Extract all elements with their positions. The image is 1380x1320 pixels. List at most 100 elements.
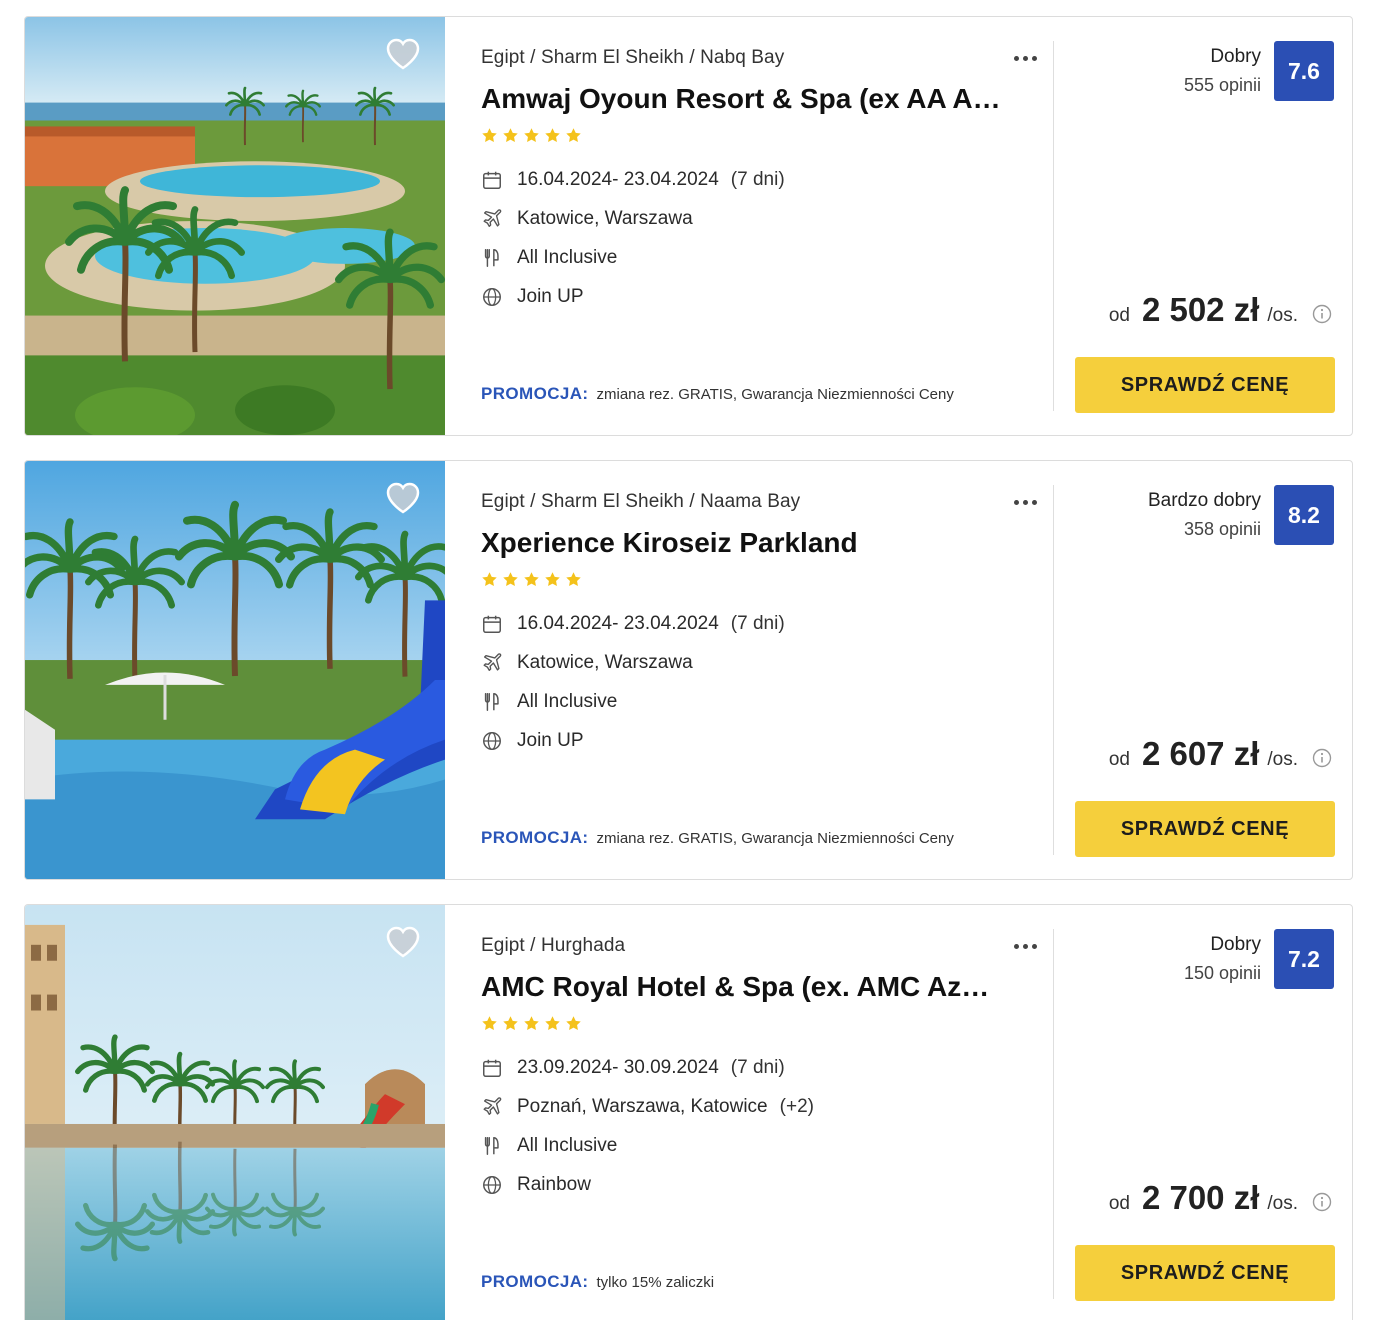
offer-operator: Join UP bbox=[481, 286, 584, 308]
offer-card[interactable]: Egipt / Hurghada AMC Royal Hotel & Spa (… bbox=[24, 904, 1353, 1320]
dates-value: 16.04.2024- 23.04.2024 bbox=[517, 169, 719, 190]
hotel-photo[interactable] bbox=[25, 461, 445, 879]
price-value: 2 502 zł bbox=[1141, 291, 1260, 328]
hotel-name[interactable]: AMC Royal Hotel & Spa (ex. AMC Azu… bbox=[481, 971, 1001, 1003]
rating-label: Dobry bbox=[1210, 46, 1261, 67]
more-options-icon[interactable] bbox=[1009, 935, 1041, 957]
duration-value: (7 dni) bbox=[730, 613, 785, 634]
rating-block[interactable]: Dobry 150 opinii 7.2 bbox=[1184, 929, 1334, 989]
offer-location[interactable]: Egipt / Sharm El Sheikh / Nabq Bay bbox=[481, 47, 784, 69]
info-icon[interactable] bbox=[1312, 304, 1332, 324]
favorite-heart-icon[interactable] bbox=[385, 925, 421, 959]
price-from: od bbox=[1108, 305, 1130, 326]
rating-count: 358 opinii bbox=[1183, 519, 1261, 539]
offer-location[interactable]: Egipt / Sharm El Sheikh / Naama Bay bbox=[481, 491, 800, 513]
star-icon bbox=[565, 1015, 582, 1032]
price-unit: /os. bbox=[1267, 1193, 1298, 1214]
star-icon bbox=[523, 571, 540, 588]
calendar-icon bbox=[481, 169, 503, 191]
hotel-stars bbox=[481, 127, 582, 144]
price-row: od 2 700 zł /os. bbox=[1109, 1179, 1332, 1217]
offer-info: Egipt / Sharm El Sheikh / Nabq Bay Amwaj… bbox=[481, 17, 1041, 435]
star-icon bbox=[565, 127, 582, 144]
divider bbox=[1053, 485, 1054, 855]
star-icon bbox=[565, 571, 582, 588]
water-slides-image bbox=[25, 461, 445, 879]
operator-value: Rainbow bbox=[517, 1174, 591, 1195]
offer-board: All Inclusive bbox=[481, 1135, 617, 1157]
dates-value: 23.09.2024- 30.09.2024 bbox=[517, 1057, 719, 1078]
hotel-name[interactable]: Amwaj Oyoun Resort & Spa (ex AA A… bbox=[481, 83, 1001, 115]
promo-label: PROMOCJA: bbox=[481, 828, 589, 847]
rating-block[interactable]: Dobry 555 opinii 7.6 bbox=[1184, 41, 1334, 101]
fork-knife-icon bbox=[481, 691, 503, 713]
hotel-photo[interactable] bbox=[25, 17, 445, 435]
board-value: All Inclusive bbox=[517, 247, 618, 268]
offer-info: Egipt / Sharm El Sheikh / Naama Bay Xper… bbox=[481, 461, 1041, 879]
favorite-heart-icon[interactable] bbox=[385, 37, 421, 71]
price-row: od 2 607 zł /os. bbox=[1109, 735, 1332, 773]
operator-value: Join UP bbox=[517, 730, 584, 751]
rating-count: 150 opinii bbox=[1183, 963, 1261, 983]
check-price-button[interactable]: SPRAWDŹ CENĘ bbox=[1075, 801, 1335, 857]
rating-label: Bardzo dobry bbox=[1147, 490, 1261, 511]
hotel-photo[interactable] bbox=[25, 905, 445, 1320]
globe-icon bbox=[481, 730, 503, 752]
offer-board: All Inclusive bbox=[481, 691, 617, 713]
plane-icon bbox=[481, 652, 503, 674]
rating-label: Dobry bbox=[1210, 934, 1261, 955]
rating-block[interactable]: Bardzo dobry 358 opinii 8.2 bbox=[1148, 485, 1334, 545]
rating-count: 555 opinii bbox=[1183, 75, 1261, 95]
offer-info: Egipt / Hurghada AMC Royal Hotel & Spa (… bbox=[481, 905, 1041, 1320]
hotel-name[interactable]: Xperience Kiroseiz Parkland bbox=[481, 527, 1001, 559]
offer-card[interactable]: Egipt / Sharm El Sheikh / Naama Bay Xper… bbox=[24, 460, 1353, 880]
offer-departure: Poznań, Warszawa, Katowice (+2) bbox=[481, 1096, 814, 1118]
check-price-button[interactable]: SPRAWDŹ CENĘ bbox=[1075, 357, 1335, 413]
promo-text: tylko 15% zaliczki bbox=[596, 1274, 715, 1291]
offer-departure: Katowice, Warszawa bbox=[481, 208, 693, 230]
price-from: od bbox=[1108, 1193, 1130, 1214]
check-price-button[interactable]: SPRAWDŹ CENĘ bbox=[1075, 1245, 1335, 1301]
promo: PROMOCJA: zmiana rez. GRATIS, Gwarancja … bbox=[481, 384, 954, 404]
star-icon bbox=[481, 1015, 498, 1032]
offer-card[interactable]: Egipt / Sharm El Sheikh / Nabq Bay Amwaj… bbox=[24, 16, 1353, 436]
favorite-heart-icon[interactable] bbox=[385, 481, 421, 515]
offer-dates: 16.04.2024- 23.04.2024 (7 dni) bbox=[481, 613, 785, 635]
promo-text: zmiana rez. GRATIS, Gwarancja Niezmienno… bbox=[596, 830, 954, 847]
price-value: 2 700 zł bbox=[1141, 1179, 1260, 1216]
star-icon bbox=[481, 127, 498, 144]
departure-value: Poznań, Warszawa, Katowice bbox=[517, 1096, 768, 1117]
more-options-icon[interactable] bbox=[1009, 491, 1041, 513]
offer-location[interactable]: Egipt / Hurghada bbox=[481, 935, 625, 957]
info-icon[interactable] bbox=[1312, 748, 1332, 768]
globe-icon bbox=[481, 286, 503, 308]
star-icon bbox=[544, 127, 561, 144]
star-icon bbox=[523, 1015, 540, 1032]
calendar-icon bbox=[481, 1057, 503, 1079]
star-icon bbox=[544, 571, 561, 588]
star-icon bbox=[502, 571, 519, 588]
rating-score-badge: 7.2 bbox=[1274, 929, 1334, 989]
operator-value: Join UP bbox=[517, 286, 584, 307]
departure-value: Katowice, Warszawa bbox=[517, 652, 693, 673]
rating-score-badge: 7.6 bbox=[1274, 41, 1334, 101]
globe-icon bbox=[481, 1174, 503, 1196]
star-icon bbox=[481, 571, 498, 588]
promo: PROMOCJA: zmiana rez. GRATIS, Gwarancja … bbox=[481, 828, 954, 848]
departure-extra[interactable]: (+2) bbox=[780, 1096, 814, 1118]
offer-operator: Join UP bbox=[481, 730, 584, 752]
price-unit: /os. bbox=[1267, 305, 1298, 326]
hotel-stars bbox=[481, 1015, 582, 1032]
fork-knife-icon bbox=[481, 247, 503, 269]
offer-departure: Katowice, Warszawa bbox=[481, 652, 693, 674]
offer-operator: Rainbow bbox=[481, 1174, 591, 1196]
info-icon[interactable] bbox=[1312, 1192, 1332, 1212]
duration-value: (7 dni) bbox=[730, 169, 785, 190]
offer-dates: 23.09.2024- 30.09.2024 (7 dni) bbox=[481, 1057, 785, 1079]
dates-value: 16.04.2024- 23.04.2024 bbox=[517, 613, 719, 634]
divider bbox=[1053, 41, 1054, 411]
star-icon bbox=[544, 1015, 561, 1032]
board-value: All Inclusive bbox=[517, 1135, 618, 1156]
more-options-icon[interactable] bbox=[1009, 47, 1041, 69]
rating-score-badge: 8.2 bbox=[1274, 485, 1334, 545]
